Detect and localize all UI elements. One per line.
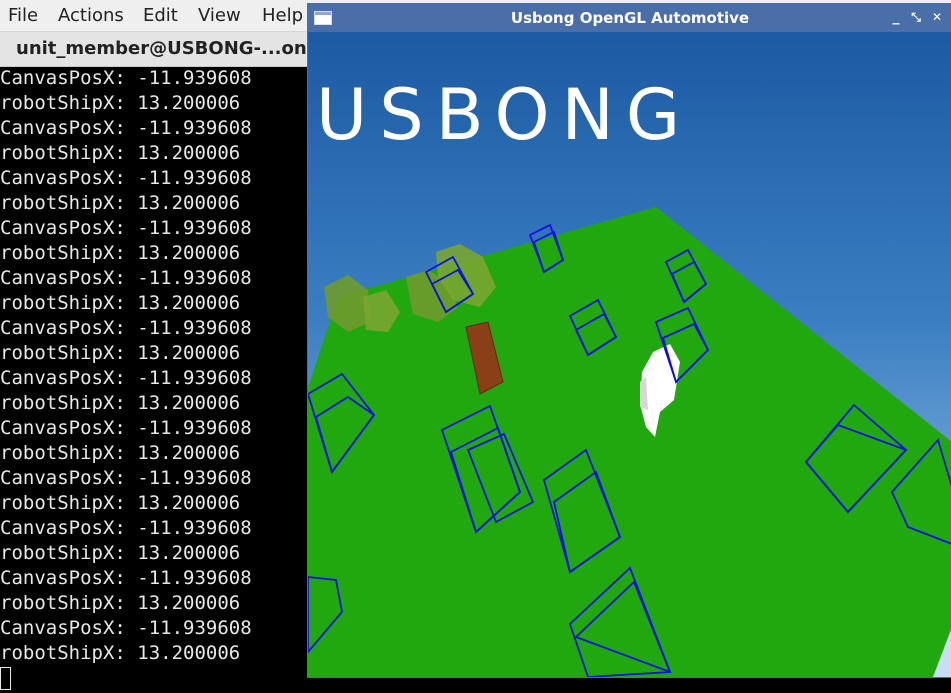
terminal-line: robotShipX: 13.200006 (0, 142, 241, 164)
close-button[interactable]: ✕ (927, 7, 947, 27)
usbong-logo-text: USBONG (316, 74, 692, 156)
terminal-line: robotShipX: 13.200006 (0, 642, 241, 664)
minimize-button[interactable]: _ (886, 7, 906, 27)
terminal-line: robotShipX: 13.200006 (0, 92, 241, 114)
terminal-line: robotShipX: 13.200006 (0, 492, 241, 514)
terminal-line: CanvasPosX: -11.939608 (0, 467, 252, 489)
terminal-line: CanvasPosX: -11.939608 (0, 67, 252, 89)
terminal-line: robotShipX: 13.200006 (0, 342, 241, 364)
terminal-line: CanvasPosX: -11.939608 (0, 217, 252, 239)
terminal-cursor (0, 667, 11, 690)
menu-view[interactable]: View (198, 5, 241, 26)
terminal-line: CanvasPosX: -11.939608 (0, 167, 252, 189)
terminal-line: robotShipX: 13.200006 (0, 292, 241, 314)
opengl-window[interactable]: Usbong OpenGL Automotive _ ⤡ ✕ USBONG (307, 3, 951, 678)
terminal-line: CanvasPosX: -11.939608 (0, 367, 252, 389)
menu-actions[interactable]: Actions (58, 5, 124, 26)
terminal-line: robotShipX: 13.200006 (0, 192, 241, 214)
window-title: Usbong OpenGL Automotive (510, 9, 750, 27)
terminal-line: CanvasPosX: -11.939608 (0, 267, 252, 289)
terminal-line: robotShipX: 13.200006 (0, 592, 241, 614)
gl-canvas[interactable]: USBONG (308, 32, 951, 677)
terminal-tab-title[interactable]: unit_member@USBONG-...ongA (16, 38, 334, 59)
restore-button[interactable]: ⤡ (906, 7, 926, 27)
terminal-line: CanvasPosX: -11.939608 (0, 317, 252, 339)
terminal-line: CanvasPosX: -11.939608 (0, 567, 252, 589)
menu-file[interactable]: File (8, 5, 38, 26)
window-titlebar[interactable]: Usbong OpenGL Automotive _ ⤡ ✕ (308, 4, 951, 32)
menu-help[interactable]: Help (262, 5, 303, 26)
terminal-line: CanvasPosX: -11.939608 (0, 117, 252, 139)
terminal-line: robotShipX: 13.200006 (0, 542, 241, 564)
menu-edit[interactable]: Edit (143, 5, 178, 26)
terminal-line: CanvasPosX: -11.939608 (0, 417, 252, 439)
terminal-line: robotShipX: 13.200006 (0, 392, 241, 414)
terminal-line: robotShipX: 13.200006 (0, 242, 241, 264)
terminal-line: CanvasPosX: -11.939608 (0, 517, 252, 539)
terminal-line: robotShipX: 13.200006 (0, 442, 241, 464)
terminal-output[interactable]: CanvasPosX: -11.939608 robotShipX: 13.200… (0, 66, 310, 666)
terminal-line: CanvasPosX: -11.939608 (0, 617, 252, 639)
